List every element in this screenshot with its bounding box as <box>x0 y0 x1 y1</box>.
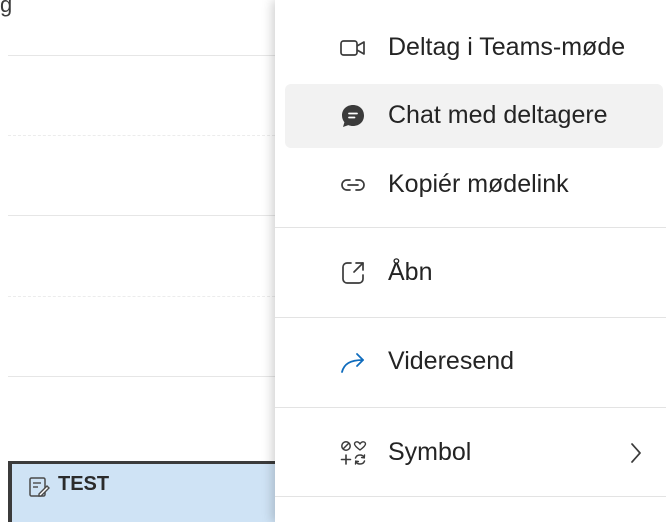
menu-item-open[interactable]: Åbn <box>285 241 663 305</box>
half-hour-line <box>8 135 280 136</box>
menu-item-label: Deltag i Teams-møde <box>388 33 626 61</box>
open-external-icon <box>342 262 364 284</box>
calendar-header-text: g <box>0 0 13 17</box>
context-menu: Deltag i Teams-møde Chat med deltagere K… <box>275 0 666 522</box>
event-title: TEST <box>58 473 110 495</box>
menu-divider <box>275 407 666 408</box>
menu-item-label: Kopiér mødelink <box>388 170 569 198</box>
hour-line <box>8 376 280 377</box>
hour-line <box>8 215 280 216</box>
menu-divider <box>275 496 666 497</box>
app-window: g TEST Deltag i Teams-møde Chat med delt… <box>0 0 666 522</box>
half-hour-line <box>8 296 280 297</box>
menu-divider <box>275 317 666 318</box>
hour-line <box>8 55 280 56</box>
calendar-grid: g TEST <box>0 0 280 522</box>
link-icon <box>341 179 365 191</box>
menu-item-chat-with-participants[interactable]: Chat med deltagere <box>285 84 663 148</box>
chevron-right-icon <box>631 443 641 463</box>
menu-item-copy-meeting-link[interactable]: Kopiér mødelink <box>285 153 663 217</box>
symbol-shapes-icon <box>340 441 367 465</box>
menu-divider <box>275 227 666 228</box>
menu-item-label: Chat med deltagere <box>388 101 608 129</box>
menu-item-label: Videresend <box>388 347 515 375</box>
menu-item-forward[interactable]: Videresend <box>285 330 663 394</box>
video-camera-icon <box>340 40 365 56</box>
chat-bubble-icon <box>342 105 364 127</box>
forward-arrow-icon <box>341 353 364 373</box>
menu-item-label: Åbn <box>388 258 433 286</box>
menu-item-label: Symbol <box>388 438 472 466</box>
menu-item-join-teams-meeting[interactable]: Deltag i Teams-møde <box>285 16 663 80</box>
calendar-event[interactable]: TEST <box>8 461 280 522</box>
menu-item-symbol[interactable]: Symbol <box>285 421 663 485</box>
edit-note-icon <box>29 477 50 497</box>
